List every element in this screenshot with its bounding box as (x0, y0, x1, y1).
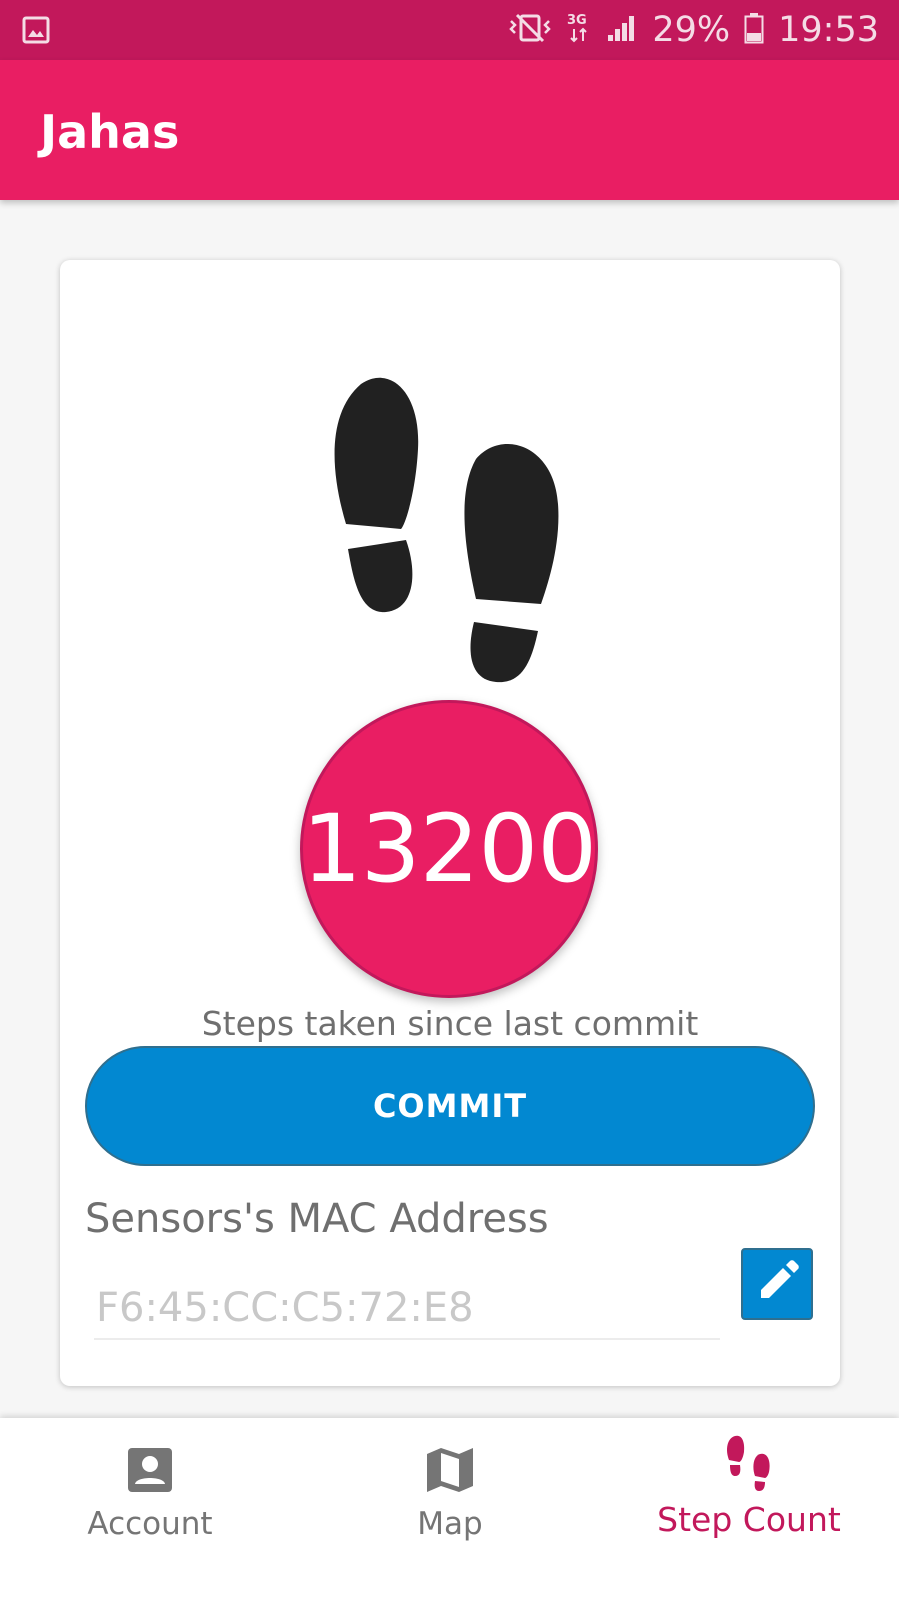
status-bar: 3G 29% 19:53 (0, 0, 899, 60)
signal-icon (606, 13, 638, 47)
steps-caption: Steps taken since last commit (201, 1004, 699, 1043)
battery-icon (744, 12, 764, 48)
edit-mac-button[interactable] (741, 1248, 813, 1320)
nav-label-map: Map (417, 1506, 483, 1542)
app-bar: Jahas (0, 60, 899, 200)
mac-address-label: Sensors's MAC Address (85, 1196, 549, 1242)
step-counter-circle: 13200 (300, 700, 598, 998)
commit-button[interactable]: COMMIT (85, 1046, 815, 1166)
footprints-icon (326, 374, 566, 698)
nav-item-account[interactable]: Account (0, 1418, 300, 1599)
step-count-value: 13200 (301, 794, 597, 904)
bottom-navigation: Account Map Step Count (0, 1418, 899, 1599)
map-icon (425, 1444, 475, 1496)
vibrate-icon (508, 13, 552, 47)
pencil-icon (753, 1258, 801, 1310)
footprints-icon (725, 1434, 773, 1492)
svg-text:3G: 3G (567, 13, 587, 28)
app-title: Jahas (40, 105, 180, 159)
mac-address-input[interactable]: F6:45:CC:C5:72:E8 (94, 1278, 720, 1340)
step-card: 13200 Steps taken since last commit COMM… (60, 260, 840, 1386)
battery-percent: 29% (652, 10, 731, 50)
network-3g-icon: 3G (566, 11, 592, 49)
nav-item-map[interactable]: Map (300, 1418, 600, 1599)
nav-item-step-count[interactable]: Step Count (599, 1418, 899, 1599)
account-box-icon (126, 1444, 174, 1496)
gallery-icon (22, 16, 50, 48)
nav-label-account: Account (87, 1506, 213, 1542)
clock: 19:53 (778, 10, 879, 50)
nav-label-step-count: Step Count (657, 1500, 841, 1539)
